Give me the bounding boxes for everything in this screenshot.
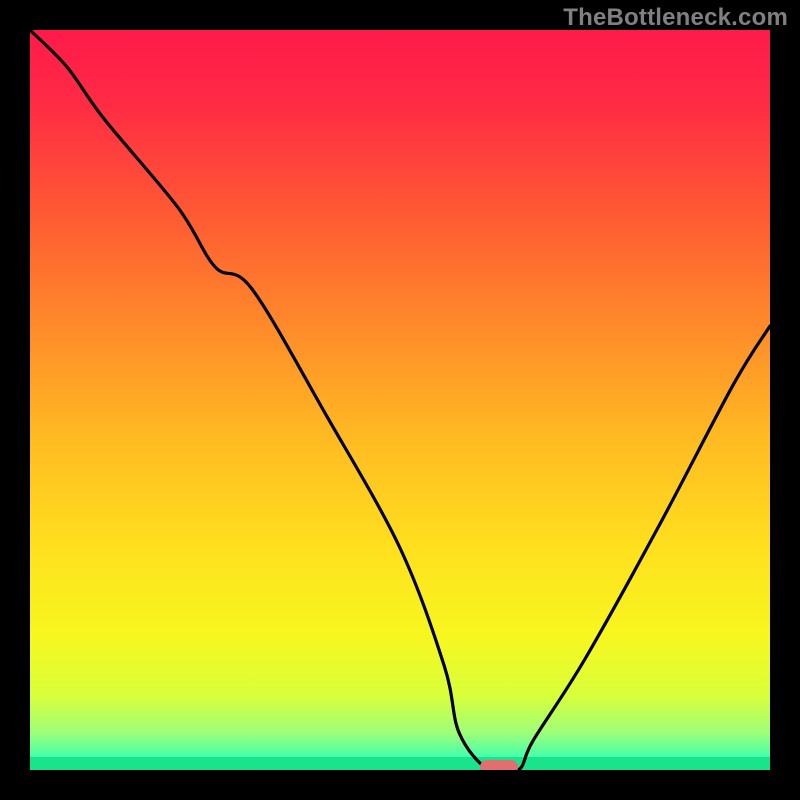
marker-layer bbox=[30, 30, 770, 770]
watermark-text: TheBottleneck.com bbox=[563, 4, 788, 32]
chart-frame: TheBottleneck.com bbox=[0, 0, 800, 800]
plot-area bbox=[30, 30, 770, 770]
